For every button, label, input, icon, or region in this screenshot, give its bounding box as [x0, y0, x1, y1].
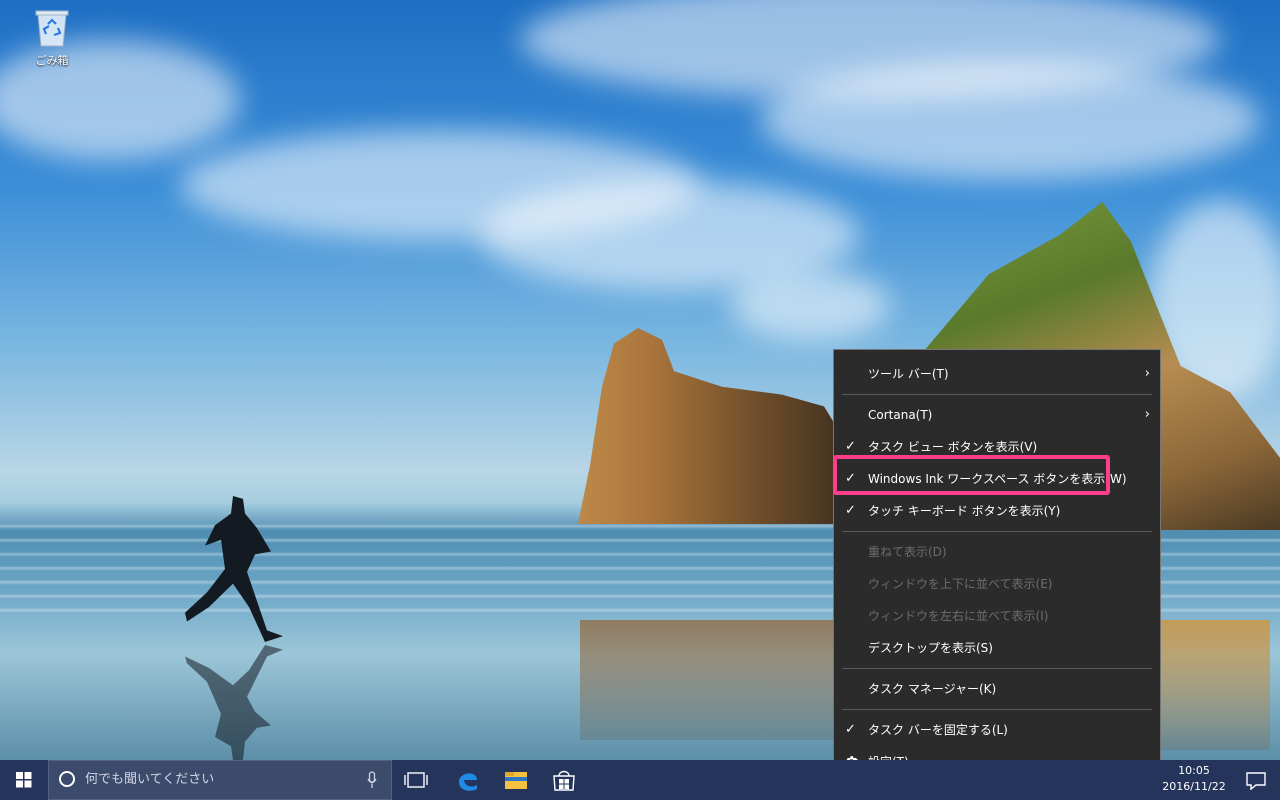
menu-item-label: タッチ キーボード ボタンを表示(Y): [868, 504, 1061, 518]
taskbar-clock[interactable]: 10:05 2016/11/22: [1160, 760, 1228, 800]
chevron-right-icon: ›: [1144, 366, 1150, 381]
menu-separator: [842, 394, 1152, 395]
menu-item-label: Cortana(T): [868, 408, 933, 422]
menu-item-label: タスク バーを固定する(L): [868, 723, 1008, 737]
notification-icon: [1246, 772, 1266, 791]
task-view-button[interactable]: [392, 760, 440, 800]
cortana-icon: [59, 771, 75, 787]
edge-browser-button[interactable]: [444, 760, 492, 800]
start-button[interactable]: [0, 760, 48, 800]
rock-reflection: [1160, 620, 1270, 750]
clock-time: 10:05: [1178, 764, 1210, 777]
store-button[interactable]: [540, 760, 588, 800]
menu-item-stack[interactable]: ウィンドウを上下に並べて表示(E): [834, 568, 1160, 600]
recycle-bin-label: ごみ箱: [35, 54, 69, 67]
menu-item-label: ツール バー(T): [868, 367, 949, 381]
menu-item-label: ウィンドウを上下に並べて表示(E): [868, 577, 1053, 591]
chevron-right-icon: ›: [1144, 407, 1150, 422]
edge-icon: [459, 773, 477, 791]
clock-date: 2016/11/22: [1162, 780, 1226, 793]
menu-item-show-desktop[interactable]: デスクトップを表示(S): [834, 632, 1160, 664]
folder-icon: [505, 772, 527, 789]
store-icon: [553, 770, 575, 791]
task-view-icon: [404, 772, 428, 788]
taskbar-context-menu: ツール バー(T) › Cortana(T) › ✓ タスク ビュー ボタンを表…: [833, 349, 1161, 787]
menu-item-side-by-side[interactable]: ウィンドウを左右に並べて表示(I): [834, 600, 1160, 632]
menu-separator: [842, 709, 1152, 710]
rock-reflection: [580, 620, 840, 740]
windows-logo-icon: [16, 772, 32, 788]
menu-item-lock-taskbar[interactable]: ✓ タスク バーを固定する(L): [834, 714, 1160, 746]
menu-item-cascade[interactable]: 重ねて表示(D): [834, 536, 1160, 568]
search-placeholder: 何でも聞いてください: [85, 772, 215, 787]
cortana-search-box[interactable]: 何でも聞いてください: [48, 760, 392, 800]
taskbar: 何でも聞いてください 10:05 2016/11/22: [0, 760, 1280, 800]
menu-item-label: 重ねて表示(D): [868, 545, 947, 559]
menu-item-label: デスクトップを表示(S): [868, 641, 993, 655]
menu-separator: [842, 668, 1152, 669]
menu-item-label: ウィンドウを左右に並べて表示(I): [868, 609, 1049, 623]
recycle-bin-icon: [34, 8, 70, 48]
microphone-icon[interactable]: [367, 771, 377, 789]
menu-item-label: タスク マネージャー(K): [868, 682, 997, 696]
checkmark-icon: ✓: [845, 722, 856, 737]
file-explorer-button[interactable]: [492, 760, 540, 800]
cloud: [730, 270, 890, 340]
action-center-button[interactable]: [1232, 760, 1280, 800]
cloud: [760, 60, 1260, 180]
annotation-highlight-box: [833, 455, 1110, 495]
menu-separator: [842, 531, 1152, 532]
runner-reflection: [185, 645, 283, 760]
menu-item-cortana[interactable]: Cortana(T) ›: [834, 399, 1160, 431]
menu-item-toolbar[interactable]: ツール バー(T) ›: [834, 358, 1160, 390]
recycle-bin-shortcut[interactable]: ごみ箱: [24, 8, 80, 78]
sea-rock-left: [578, 328, 848, 524]
menu-item-task-manager[interactable]: タスク マネージャー(K): [834, 673, 1160, 705]
menu-item-show-touch-keyboard[interactable]: ✓ タッチ キーボード ボタンを表示(Y): [834, 495, 1160, 527]
checkmark-icon: ✓: [845, 503, 856, 518]
